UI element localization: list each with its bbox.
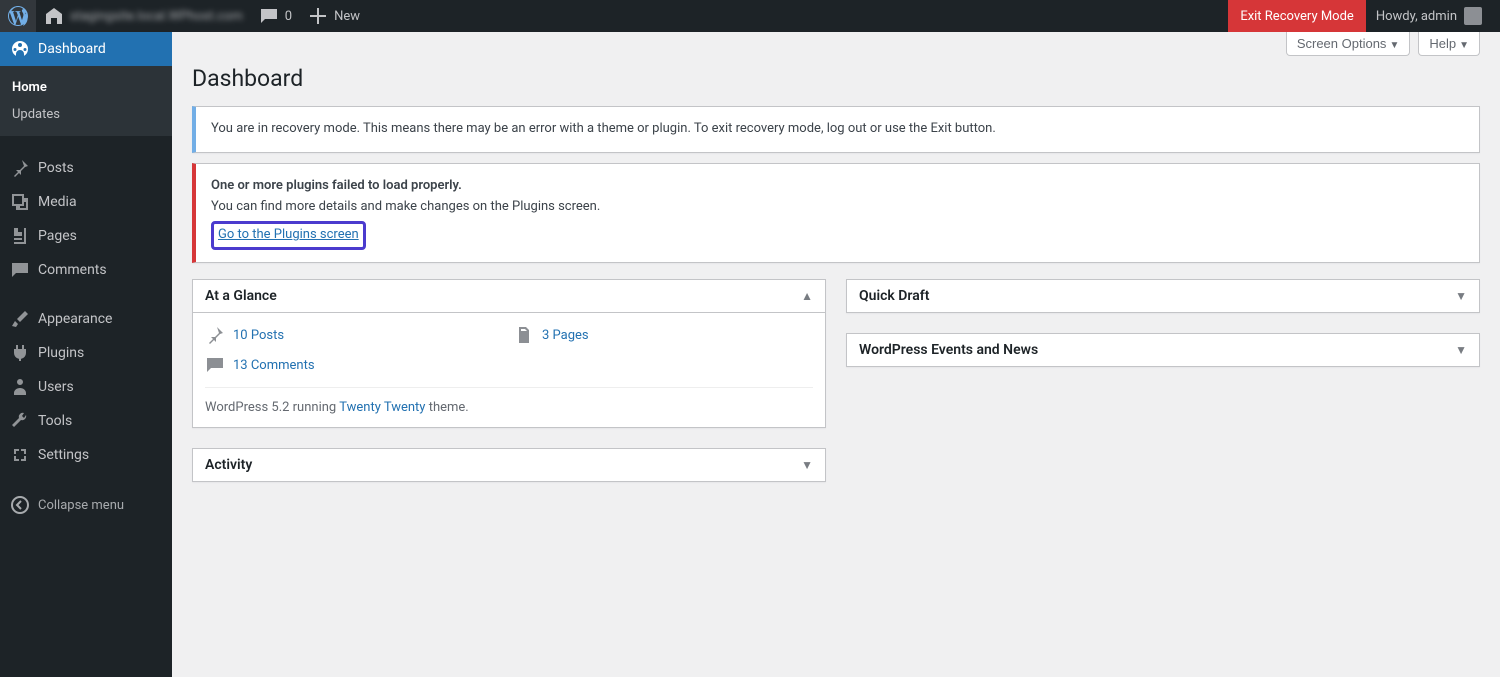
comment-icon: [205, 355, 225, 375]
comment-icon: [259, 6, 279, 26]
activity-header[interactable]: Activity ▼: [193, 449, 825, 481]
widget-title: WordPress Events and News: [859, 342, 1038, 358]
help-button[interactable]: Help▼: [1418, 32, 1480, 56]
comments-link[interactable]: 0: [251, 0, 300, 32]
glance-pages[interactable]: 3 Pages: [514, 325, 813, 345]
menu-tools[interactable]: Tools: [0, 404, 172, 438]
plugin-icon: [10, 343, 30, 363]
dashboard-icon: [10, 39, 30, 59]
widget-title: Quick Draft: [859, 288, 929, 304]
events-news-widget: WordPress Events and News ▼: [846, 333, 1480, 367]
at-a-glance-body: 10 Posts 3 Pages 13 Comments WordPress 5…: [193, 313, 825, 427]
caret-down-icon: ▼: [1455, 289, 1467, 303]
glance-comments[interactable]: 13 Comments: [205, 355, 504, 375]
notice-text: You are in recovery mode. This means the…: [211, 121, 996, 136]
menu-settings[interactable]: Settings: [0, 438, 172, 472]
pin-icon: [205, 325, 225, 345]
menu-separator: [0, 477, 172, 482]
at-a-glance-header[interactable]: At a Glance ▲: [193, 280, 825, 313]
settings-icon: [10, 445, 30, 465]
howdy-text: Howdy, admin: [1376, 9, 1457, 24]
plugin-error-notice: One or more plugins failed to load prope…: [192, 163, 1480, 263]
activity-widget: Activity ▼: [192, 448, 826, 482]
events-news-header[interactable]: WordPress Events and News ▼: [847, 334, 1479, 366]
recovery-mode-notice: You are in recovery mode. This means the…: [192, 106, 1480, 153]
at-a-glance-widget: At a Glance ▲ 10 Posts 3 Pages: [192, 279, 826, 428]
go-to-plugins-link[interactable]: Go to the Plugins screen: [218, 227, 359, 242]
new-label: New: [334, 9, 360, 24]
caret-down-icon: ▼: [1389, 40, 1399, 51]
menu-separator: [0, 141, 172, 146]
caret-down-icon: ▼: [1459, 40, 1469, 51]
caret-up-icon: ▲: [801, 289, 813, 303]
menu-media[interactable]: Media: [0, 185, 172, 219]
theme-link[interactable]: Twenty Twenty: [339, 400, 425, 415]
menu-separator: [0, 292, 172, 297]
quick-draft-widget: Quick Draft ▼: [846, 279, 1480, 313]
page-title: Dashboard: [192, 56, 1480, 96]
widget-title: Activity: [205, 457, 252, 473]
menu-appearance[interactable]: Appearance: [0, 302, 172, 336]
glance-footer: WordPress 5.2 running Twenty Twenty them…: [205, 387, 813, 415]
notice-error-detail: You can find more details and make chang…: [211, 199, 600, 214]
collapse-menu[interactable]: Collapse menu: [0, 487, 172, 523]
menu-comments[interactable]: Comments: [0, 253, 172, 287]
submenu-dashboard: Home Updates: [0, 66, 172, 136]
menu-posts[interactable]: Posts: [0, 151, 172, 185]
account-menu[interactable]: Howdy, admin: [1366, 0, 1492, 32]
caret-down-icon: ▼: [801, 458, 813, 472]
plus-icon: [308, 6, 328, 26]
plugins-link-highlight: Go to the Plugins screen: [211, 221, 366, 250]
widgets-col-right: Quick Draft ▼ WordPress Events and News …: [846, 279, 1480, 482]
collapse-icon: [10, 495, 30, 515]
comment-icon: [10, 260, 30, 280]
site-home[interactable]: stagingsite.local.WPhost.com: [36, 0, 251, 32]
main-content: Screen Options▼ Help▼ Dashboard You are …: [172, 32, 1500, 502]
page-icon: [10, 226, 30, 246]
home-icon: [44, 6, 64, 26]
glance-posts[interactable]: 10 Posts: [205, 325, 504, 345]
menu-plugins[interactable]: Plugins: [0, 336, 172, 370]
wordpress-icon: [8, 6, 28, 26]
exit-recovery-button[interactable]: Exit Recovery Mode: [1228, 0, 1366, 32]
media-icon: [10, 192, 30, 212]
widgets-col-left: At a Glance ▲ 10 Posts 3 Pages: [192, 279, 826, 482]
submenu-home[interactable]: Home: [0, 74, 172, 101]
comments-count: 0: [285, 9, 292, 24]
admin-bar: stagingsite.local.WPhost.com 0 New Exit …: [0, 0, 1500, 32]
submenu-updates[interactable]: Updates: [0, 101, 172, 128]
widget-title: At a Glance: [205, 288, 277, 304]
avatar: [1464, 7, 1482, 25]
wp-logo[interactable]: [0, 0, 36, 32]
users-icon: [10, 377, 30, 397]
caret-down-icon: ▼: [1455, 343, 1467, 357]
page-icon: [514, 325, 534, 345]
brush-icon: [10, 309, 30, 329]
new-content[interactable]: New: [300, 0, 368, 32]
screen-options-button[interactable]: Screen Options▼: [1286, 32, 1411, 56]
menu-users[interactable]: Users: [0, 370, 172, 404]
menu-dashboard[interactable]: Dashboard: [0, 32, 172, 66]
notice-error-title: One or more plugins failed to load prope…: [211, 178, 462, 193]
screen-meta-links: Screen Options▼ Help▼: [192, 32, 1480, 56]
admin-sidebar: Dashboard Home Updates Posts Media Pages…: [0, 32, 172, 677]
menu-pages[interactable]: Pages: [0, 219, 172, 253]
wrench-icon: [10, 411, 30, 431]
quick-draft-header[interactable]: Quick Draft ▼: [847, 280, 1479, 312]
site-name: stagingsite.local.WPhost.com: [70, 9, 243, 24]
pin-icon: [10, 158, 30, 178]
dashboard-widgets: At a Glance ▲ 10 Posts 3 Pages: [192, 279, 1480, 482]
